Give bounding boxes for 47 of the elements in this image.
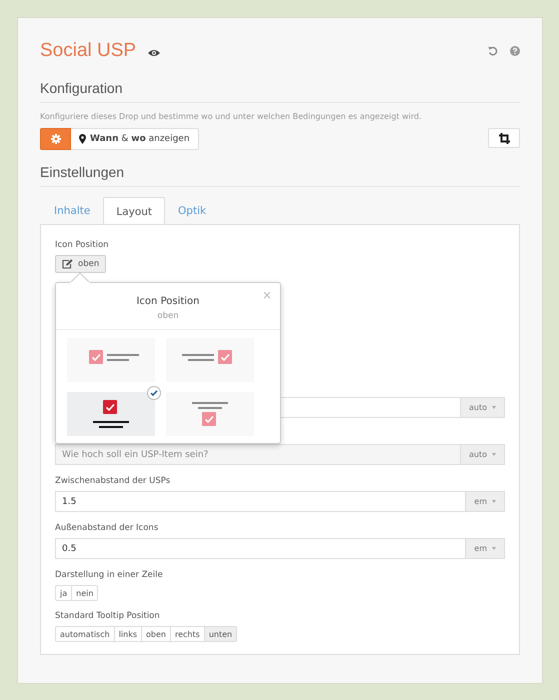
eye-icon[interactable] [148,48,160,56]
unit-dropdown[interactable]: auto [460,444,505,465]
section-heading: Einstellungen [40,164,126,180]
input-field[interactable]: 0.5 [55,538,466,559]
input-field[interactable]: Wie hoch soll ein USP-Item sein? [55,444,460,465]
page-title: Social USP [40,40,136,62]
crop-button[interactable] [488,128,520,148]
check-badge-icon [147,386,161,400]
toggle-option[interactable]: oben [141,626,171,642]
toggle-option[interactable]: nein [71,585,98,601]
layout-preview-icon [93,400,129,428]
field-label: Zwischenabstand der USPs [55,475,172,487]
layout-option[interactable] [67,392,155,436]
unit-dropdown[interactable]: auto [460,397,505,418]
icon-position-button[interactable]: oben [55,255,106,273]
settings-button[interactable] [40,128,71,150]
layout-preview-icon [89,350,139,364]
toggle-option[interactable]: rechts [170,626,205,642]
tab[interactable]: Layout [103,197,166,225]
map-pin-icon [79,134,86,144]
help-icon[interactable] [510,46,520,56]
crop-icon [498,132,510,144]
input-field[interactable]: 1.5 [55,491,466,512]
unit-dropdown[interactable]: em [465,491,505,512]
field-label: Außenabstand der Icons [55,522,160,534]
field-label: Standard Tooltip Position [55,610,161,622]
section-heading: Konfiguration [40,80,124,96]
toggle-option[interactable]: links [114,626,142,642]
caret-icon [492,453,496,456]
caret-icon [492,406,496,409]
undo-icon[interactable] [488,46,498,56]
layout-preview-icon [182,350,232,364]
field-label: Icon Position [55,239,110,251]
toggle-option[interactable]: ja [55,585,72,601]
layout-preview-icon [192,402,228,426]
popover-title: Icon Position [136,295,200,309]
gear-icon [50,134,60,144]
field-label: Darstellung in einer Zeile [55,569,164,581]
where-button[interactable]: Wann & wo anzeigen [71,128,199,150]
edit-icon [62,259,73,269]
unit-dropdown[interactable]: em [465,538,505,559]
description-text: Konfiguriere dieses Drop und bestimme wo und unter welchen Bedingungen es angezeigt wird. [40,112,422,121]
toggle-option[interactable]: unten [204,626,238,642]
toggle-option[interactable]: automatisch [55,626,115,642]
caret-icon [492,547,496,550]
caret-icon [492,500,496,503]
popover-subtitle: oben [156,310,180,323]
